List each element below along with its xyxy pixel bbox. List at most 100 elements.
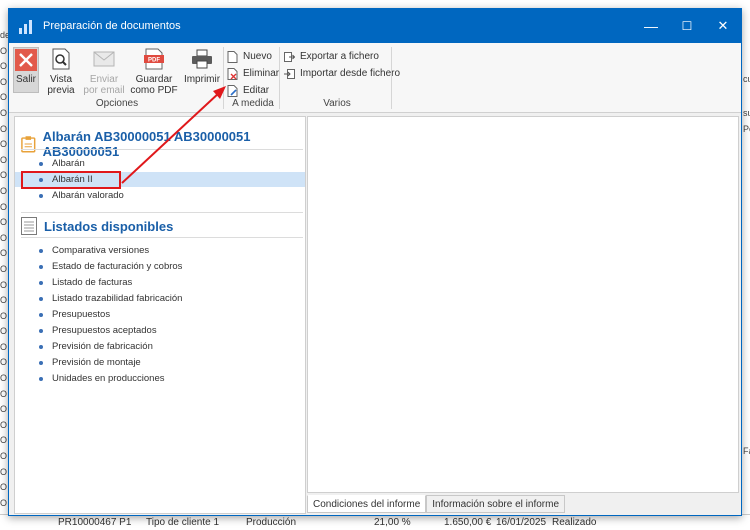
group-label-varios: Varios: [323, 98, 351, 109]
new-document-icon: [227, 50, 238, 63]
bullet-icon: [39, 161, 43, 166]
vista-previa-button[interactable]: Vista previa: [45, 47, 77, 96]
imprimir-button[interactable]: Imprimir: [183, 47, 221, 85]
editar-button[interactable]: Editar: [227, 83, 269, 98]
bg-fragment: cu: [743, 74, 750, 84]
bullet-icon: [39, 296, 43, 301]
delete-document-icon: [227, 67, 238, 80]
printer-icon: [190, 47, 214, 71]
albaran-section-title: Albarán AB30000051 AB30000051 AB30000051: [42, 129, 251, 159]
group-label-opciones: Opciones: [95, 98, 139, 109]
list-item-label: Listado de facturas: [52, 277, 133, 288]
list-item-label: Comparativa versiones: [52, 245, 150, 256]
bg-fragment: su: [743, 108, 750, 118]
pdf-file-icon: PDF: [142, 47, 166, 71]
bg-fragment: Pe: [743, 124, 750, 134]
bullet-icon: [39, 248, 43, 253]
details-tabs: Condiciones del informe Información sobr…: [307, 495, 566, 513]
title-bar[interactable]: Preparación de documentos — ☐ ✕: [9, 9, 741, 43]
bg-cell: Producción: [246, 517, 297, 528]
bg-cell: 16/01/2025: [496, 517, 547, 528]
list-item-label: Presupuestos aceptados: [52, 325, 157, 336]
bg-cell: PR10000467 P1: [58, 517, 132, 528]
bullet-icon: [39, 328, 43, 333]
list-item-label: Unidades en producciones: [52, 373, 165, 384]
report-item[interactable]: Presupuestos: [15, 307, 305, 322]
list-item-label: Albarán valorado: [52, 190, 124, 201]
editar-label: Editar: [243, 85, 270, 96]
bullet-icon: [39, 344, 43, 349]
close-button[interactable]: ✕: [705, 9, 741, 43]
eliminar-button[interactable]: Eliminar: [227, 66, 279, 81]
tab-condiciones-informe[interactable]: Condiciones del informe: [307, 495, 427, 513]
maximize-button[interactable]: ☐: [669, 9, 705, 43]
exportar-fichero-button[interactable]: Exportar a fichero: [284, 49, 379, 64]
window-controls: — ☐ ✕: [633, 9, 741, 43]
email-envelope-icon: [92, 47, 116, 71]
report-item[interactable]: Listado trazabilidad fabricación: [15, 291, 305, 306]
window-title: Preparación de documentos: [43, 20, 181, 32]
clipboard-icon: [21, 136, 36, 153]
import-file-icon: [284, 68, 295, 79]
enviar-email-label: Enviar por email: [83, 74, 125, 96]
report-item[interactable]: Previsión de montaje: [15, 355, 305, 370]
salir-button[interactable]: Salir: [13, 47, 39, 93]
exit-x-icon: [15, 49, 37, 71]
report-details-panel: [307, 116, 739, 493]
eliminar-label: Eliminar: [243, 68, 280, 79]
document-list-panel: Albarán AB30000051 AB30000051 AB30000051…: [14, 116, 306, 514]
group-label-a-medida: A medida: [232, 98, 274, 109]
exportar-label: Exportar a fichero: [300, 51, 379, 62]
tab-informacion-informe[interactable]: Información sobre el informe: [426, 495, 566, 513]
albaran-section-header: Albarán AB30000051 AB30000051 AB30000051: [21, 129, 305, 159]
list-item-label: Previsión de montaje: [52, 357, 141, 368]
report-item[interactable]: Estado de facturación y cobros: [15, 259, 305, 274]
bullet-icon: [39, 264, 43, 269]
bullet-icon: [39, 280, 43, 285]
group-divider: [223, 47, 224, 109]
app-chart-icon: [19, 18, 35, 34]
document-item-albaran-valorado[interactable]: Albarán valorado: [15, 188, 305, 203]
document-item-albaran[interactable]: Albarán: [15, 156, 305, 171]
bullet-icon: [39, 376, 43, 381]
report-item[interactable]: Previsión de fabricación: [15, 339, 305, 354]
preview-magnifier-icon: [49, 47, 73, 71]
report-item[interactable]: Comparativa versiones: [15, 243, 305, 258]
list-item-label: Listado trazabilidad fabricación: [52, 293, 183, 304]
bg-fragment: Fa: [743, 446, 750, 456]
export-file-icon: [284, 51, 295, 62]
report-item[interactable]: Unidades en producciones: [15, 371, 305, 386]
bullet-icon: [39, 360, 43, 365]
bullet-icon: [39, 312, 43, 317]
listados-section-title: Listados disponibles: [44, 218, 174, 234]
edit-document-icon: [227, 84, 238, 97]
list-item-label: Albarán: [52, 158, 85, 169]
list-item-label: Presupuestos: [52, 309, 111, 320]
bg-cell: Tipo de cliente 1: [146, 517, 220, 528]
list-item-label: Previsión de fabricación: [52, 341, 153, 352]
minimize-button[interactable]: —: [633, 9, 669, 43]
report-item[interactable]: Presupuestos aceptados: [15, 323, 305, 338]
enviar-email-button[interactable]: Enviar por email: [83, 47, 125, 96]
bullet-icon: [39, 193, 43, 198]
ribbon-toolbar: Salir Vista previa Enviar por email PDF …: [9, 43, 741, 113]
group-divider: [391, 47, 392, 109]
listados-section-header: Listados disponibles: [21, 217, 173, 235]
nuevo-button[interactable]: Nuevo: [227, 49, 272, 64]
svg-text:PDF: PDF: [148, 58, 160, 64]
bg-cell: 21,00 %: [374, 517, 411, 528]
bg-cell: Realizado: [552, 517, 597, 528]
report-item[interactable]: Listado de facturas: [15, 275, 305, 290]
section-divider: [21, 237, 303, 238]
background-table-row: PR10000467 P1 Tipo de cliente 1 Producci…: [0, 514, 750, 530]
report-list-icon: [21, 217, 37, 235]
vista-previa-label: Vista previa: [47, 74, 75, 96]
imprimir-label: Imprimir: [183, 74, 221, 85]
importar-fichero-button[interactable]: Importar desde fichero: [284, 66, 400, 81]
guardar-pdf-button[interactable]: PDF Guardar como PDF: [129, 47, 179, 96]
list-item-label: Estado de facturación y cobros: [52, 261, 183, 272]
section-divider: [21, 212, 303, 213]
salir-label: Salir: [15, 74, 36, 85]
nuevo-label: Nuevo: [243, 51, 272, 62]
guardar-pdf-label: Guardar como PDF: [130, 74, 178, 96]
